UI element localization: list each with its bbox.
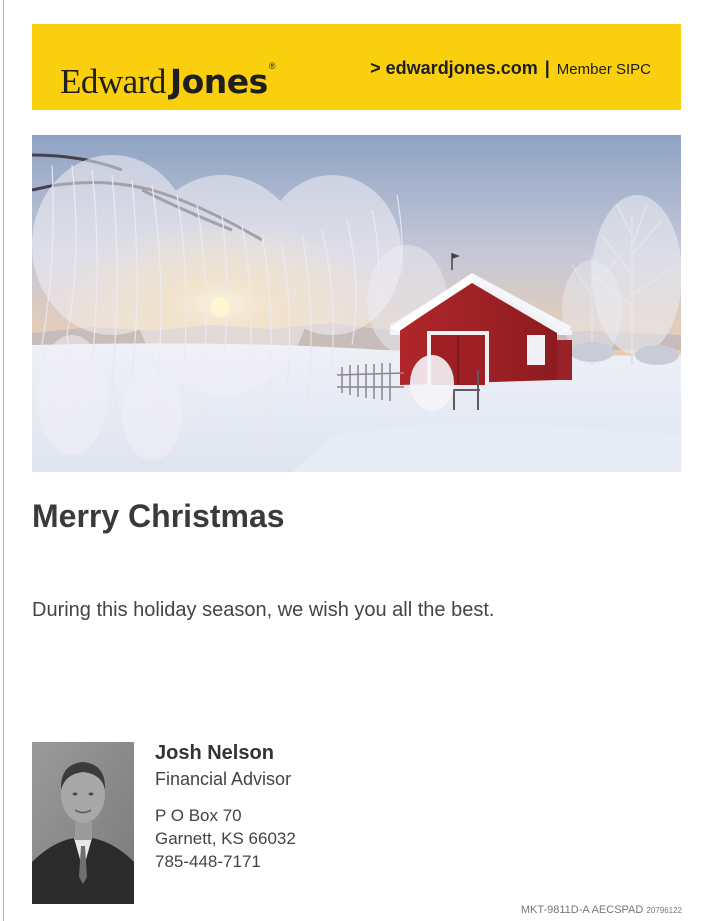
logo-word-edward: Edward [60, 62, 166, 101]
advisor-portrait [32, 742, 134, 904]
footer-code-number: 20796122 [646, 906, 682, 915]
winter-landscape-image [32, 135, 681, 472]
footer-code-text: MKT-9811D-A AECSPAD [520, 904, 644, 916]
member-sipc-text: Member SIPC [556, 61, 651, 78]
greeting-title: Merry Christmas [32, 498, 285, 534]
website-link[interactable]: > edwardjones.com [370, 58, 538, 78]
page-left-border [3, 0, 4, 921]
registered-mark: ® [268, 61, 276, 71]
logo-word-jones: Jones [169, 62, 268, 101]
header-site-info: > edwardjones.com | Member SIPC [370, 57, 651, 81]
edward-jones-logo[interactable]: Edward Jones® [60, 46, 275, 102]
footer-code: MKT-9811D-A AECSPAD 20796122 [521, 903, 682, 918]
header-separator: | [544, 58, 550, 78]
advisor-phone[interactable]: 785-448-7171 [155, 850, 296, 873]
advisor-address-line1: P O Box 70 [155, 806, 242, 825]
greeting-message: During this holiday season, we wish you … [32, 599, 495, 621]
advisor-title: Financial Advisor [155, 769, 292, 789]
advisor-address-line2: Garnett, KS 66032 [155, 829, 296, 848]
advisor-info: Josh Nelson Financial Advisor P O Box 70… [155, 740, 296, 873]
header-banner: Edward Jones® > edwardjones.com | Member … [32, 24, 681, 110]
advisor-name: Josh Nelson [155, 742, 274, 764]
